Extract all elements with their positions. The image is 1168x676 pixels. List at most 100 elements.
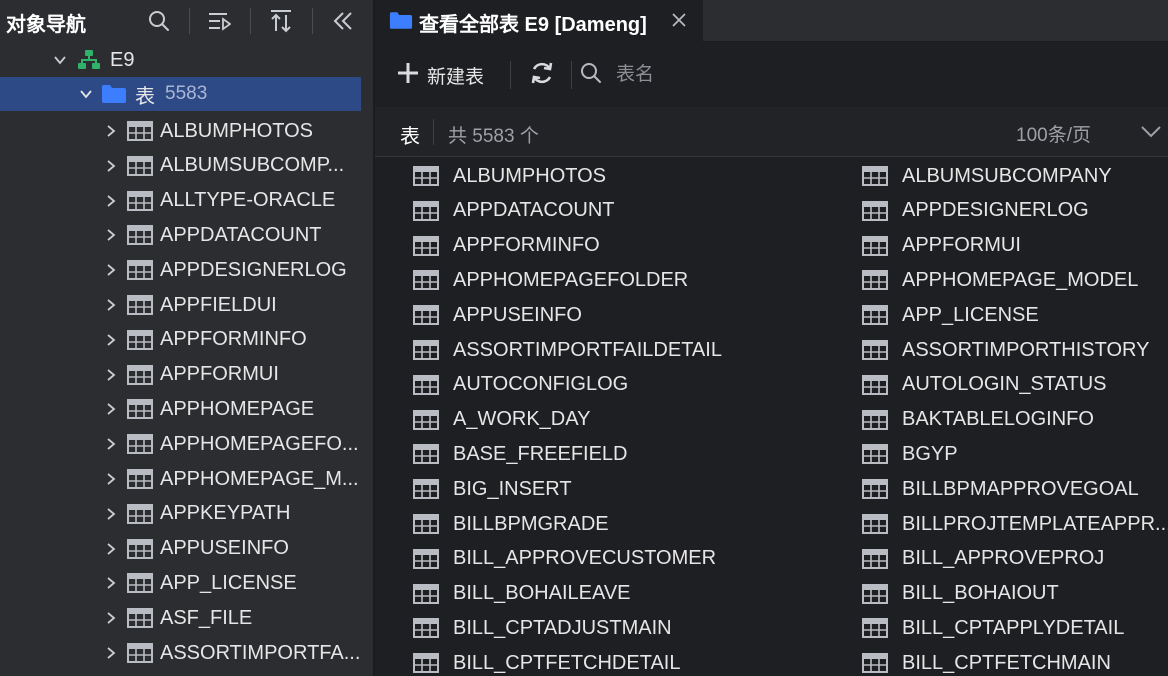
chevron-down-icon[interactable] [79,87,93,101]
chevron-down-icon[interactable] [1140,123,1162,144]
folder-icon [389,11,413,35]
chevron-right-icon[interactable] [104,646,118,660]
sort-icon[interactable] [268,8,294,34]
tree-node-table[interactable]: APPDESIGNERLOG [0,253,373,287]
table-grid-item[interactable]: APPHOMEPAGEFOLDER [413,263,688,297]
table-grid-item[interactable]: BILLBPMAPPROVEGOAL [862,472,1139,506]
chevron-right-icon[interactable] [104,437,118,451]
tree-node-table[interactable]: APPDATACOUNT [0,218,373,252]
table-icon [862,583,888,604]
toolbar: 新建表 [375,43,1168,107]
tree-node-table[interactable]: APPFORMINFO [0,323,373,357]
chevron-right-icon[interactable] [104,611,118,625]
chevron-right-icon[interactable] [104,507,118,521]
new-table-button[interactable]: 新建表 [397,61,484,89]
table-grid-item[interactable]: BILLPROJTEMPLATEAPPR... [862,507,1168,541]
tree-node-table[interactable]: APPHOMEPAGEFO... [0,427,373,461]
tree-node-table[interactable]: APPHOMEPAGE_M... [0,462,373,496]
tree-node-table[interactable]: ALLTYPE-ORACLE [0,184,373,218]
tree-node-table[interactable]: APPFIELDUI [0,288,373,322]
table-icon [127,155,153,176]
table-grid-item[interactable]: AUTOLOGIN_STATUS [862,368,1106,402]
table-grid-item[interactable]: BILL_CPTFETCHMAIN [862,646,1111,676]
navigator-header: 对象导航 [0,0,373,42]
table-search-box[interactable] [580,61,880,89]
table-grid-item[interactable]: APPHOMEPAGE_MODEL [862,263,1138,297]
table-grid-item[interactable]: ASSORTIMPORTHISTORY [862,333,1149,367]
tree-node-table[interactable]: ASF_FILE [0,601,373,635]
table-name-search-input[interactable] [616,64,856,86]
tree-node-connection-e9[interactable]: E9 [0,43,373,77]
chevron-right-icon[interactable] [104,124,118,138]
table-icon [127,260,153,281]
tree-node-table[interactable]: APPUSEINFO [0,532,373,566]
table-grid-item[interactable]: ALBUMSUBCOMPANY [862,159,1112,193]
tree-node-table[interactable]: APPKEYPATH [0,497,373,531]
table-grid-item[interactable]: APPFORMINFO [413,229,600,263]
table-grid-item[interactable]: BILL_CPTADJUSTMAIN [413,611,672,645]
table-grid-item[interactable]: BAKTABLELOGINFO [862,403,1094,437]
tree-node-table[interactable]: APPHOMEPAGE [0,392,373,426]
table-grid-item[interactable]: BILL_APPROVECUSTOMER [413,542,716,576]
page-size-select[interactable]: 100条/页 [1016,120,1091,147]
table-grid-item[interactable]: AUTOCONFIGLOG [413,368,628,402]
table-icon [413,583,439,604]
table-grid-item[interactable]: BILL_CPTAPPLYDETAIL [862,611,1124,645]
tree-node-table[interactable]: APPFORMUI [0,358,373,392]
chevron-right-icon[interactable] [104,576,118,590]
table-grid-item[interactable]: APPUSEINFO [413,298,582,332]
tree-node-table[interactable]: ALBUMPHOTOS [0,114,373,148]
table-grid-item[interactable]: BILL_BOHAILEAVE [413,577,631,611]
tree-node-label: APPHOMEPAGEFO... [160,432,359,455]
chevron-right-icon[interactable] [104,402,118,416]
table-grid-item[interactable]: ASSORTIMPORTFAILDETAIL [413,333,722,367]
table-grid-item[interactable]: BILL_APPROVEPROJ [862,542,1104,576]
table-icon [127,469,153,489]
connection-label: E9 [110,48,135,71]
refresh-button[interactable] [528,61,556,89]
collapse-panel-icon[interactable] [330,8,356,34]
chevron-right-icon[interactable] [104,228,118,242]
chevron-down-icon[interactable] [53,53,67,67]
chevron-right-icon[interactable] [104,368,118,382]
table-grid-item[interactable]: BASE_FREEFIELD [413,437,628,471]
close-icon[interactable] [671,12,687,33]
table-grid-item[interactable]: APPFORMUI [862,229,1021,263]
tree-node-label: APPDESIGNERLOG [160,258,347,281]
table-grid-item[interactable]: APPDESIGNERLOG [862,194,1089,228]
chevron-right-icon[interactable] [104,298,118,312]
tree-node-table[interactable]: APP_LICENSE [0,566,373,600]
table-icon [862,653,888,674]
table-grid-item[interactable]: A_WORK_DAY [413,403,590,437]
table-icon [862,409,888,430]
filter-list-icon[interactable] [206,8,232,34]
tab-view-all-tables[interactable]: 查看全部表 E9 [Dameng] [375,0,703,42]
chevron-right-icon[interactable] [104,472,118,486]
table-icon [862,479,888,500]
table-grid-item[interactable]: BGYP [862,437,958,471]
tree-node-table[interactable]: ASSORTIMPORTFA... [0,636,373,670]
table-name: ALBUMSUBCOMPANY [902,164,1112,187]
table-grid-item[interactable]: APPDATACOUNT [413,194,615,228]
search-icon[interactable] [146,8,172,34]
table-grid-item[interactable]: APP_LICENSE [862,298,1039,332]
chevron-right-icon[interactable] [104,159,118,173]
chevron-right-icon[interactable] [104,263,118,277]
tree-node-tables-folder[interactable]: 表 5583 [0,77,361,111]
table-grid-item[interactable]: BIG_INSERT [413,472,572,506]
tree-node-label: APPFORMUI [160,363,279,386]
table-grid-item[interactable]: BILL_CPTFETCHDETAIL [413,646,680,676]
chevron-right-icon[interactable] [104,333,118,347]
table-grid-item[interactable]: BILL_BOHAIOUT [862,577,1059,611]
tree-node-table[interactable]: ALBUMSUBCOMP... [0,149,373,183]
table-grid-item[interactable]: BILLBPMGRADE [413,507,609,541]
chevron-right-icon[interactable] [104,542,118,556]
chevron-right-icon[interactable] [104,194,118,208]
table-icon [413,166,439,186]
table-grid-item[interactable]: ALBUMPHOTOS [413,159,606,193]
table-name: BILL_CPTFETCHDETAIL [453,651,681,674]
table-icon [127,399,153,420]
table-icon [413,409,439,430]
search-icon [580,62,602,89]
tree-node-label: APPKEYPATH [160,502,291,525]
